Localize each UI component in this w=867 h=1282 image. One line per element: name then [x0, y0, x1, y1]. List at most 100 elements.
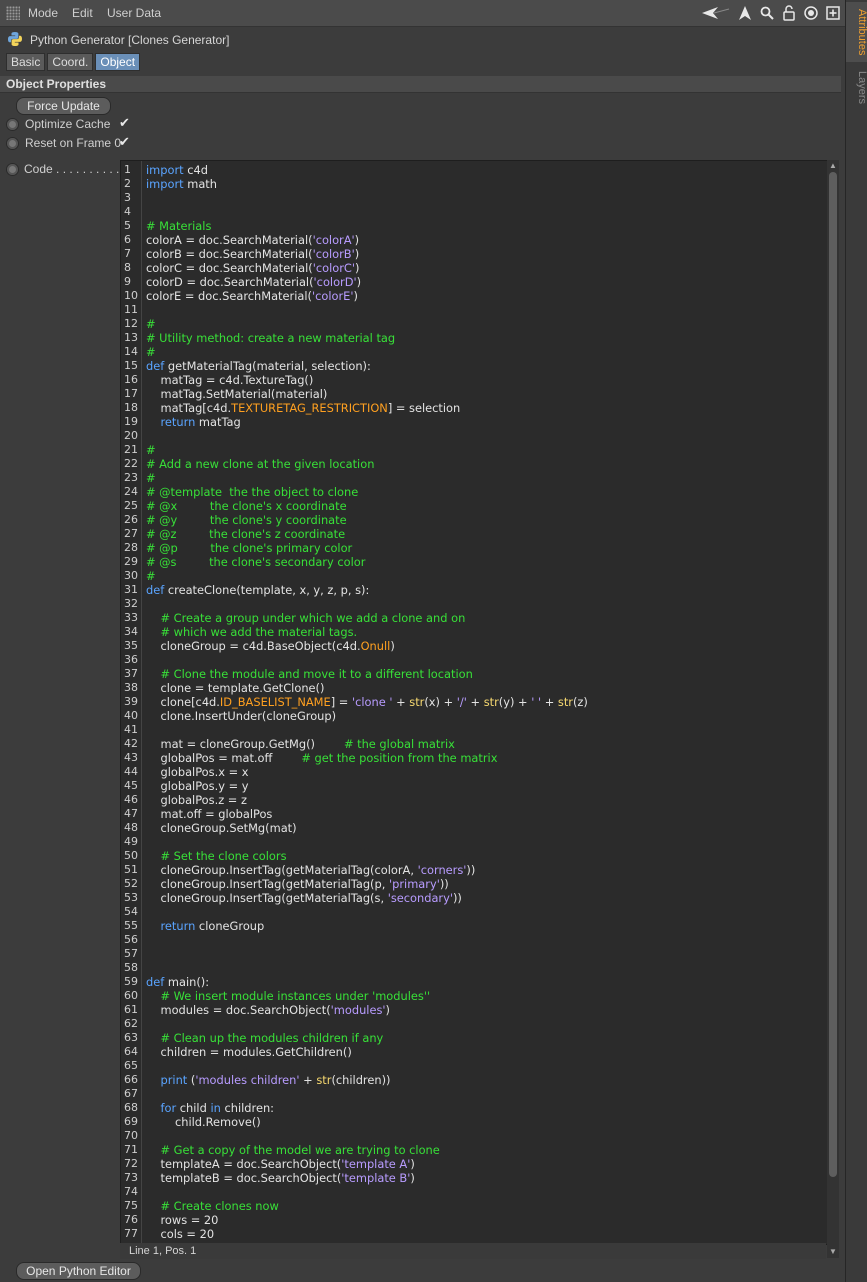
- target-icon[interactable]: [803, 5, 819, 21]
- code-line[interactable]: 69 child.Remove(): [121, 1115, 827, 1129]
- code-line[interactable]: 75 # Create clones now: [121, 1199, 827, 1213]
- code-line[interactable]: 36: [121, 653, 827, 667]
- code-line[interactable]: 62: [121, 1017, 827, 1031]
- optimize-cache-checkbox[interactable]: ✔: [119, 115, 130, 131]
- tab-layers[interactable]: Layers: [846, 68, 867, 108]
- menu-edit[interactable]: Edit: [72, 6, 93, 20]
- code-line[interactable]: 64 children = modules.GetChildren(): [121, 1045, 827, 1059]
- code-line[interactable]: 70: [121, 1129, 827, 1143]
- code-line[interactable]: 33 # Create a group under which we add a…: [121, 611, 827, 625]
- code-line[interactable]: 10 colorE = doc.SearchMaterial('colorE'): [121, 289, 827, 303]
- code-line[interactable]: 4: [121, 205, 827, 219]
- code-line[interactable]: 25 # @x the clone's x coordinate: [121, 499, 827, 513]
- reset-on-frame-checkbox[interactable]: ✔: [119, 134, 130, 150]
- code-line[interactable]: 43 globalPos = mat.off # get the positio…: [121, 751, 827, 765]
- cursor-icon[interactable]: [737, 5, 753, 21]
- code-line[interactable]: 68 for child in children:: [121, 1101, 827, 1115]
- code-line[interactable]: 67: [121, 1087, 827, 1101]
- scroll-up-icon[interactable]: ▲: [828, 161, 838, 171]
- code-line[interactable]: 3: [121, 191, 827, 205]
- code-line[interactable]: 28 # @p the clone's primary color: [121, 541, 827, 555]
- code-line[interactable]: 57: [121, 947, 827, 961]
- section-title-object-properties[interactable]: Object Properties: [0, 76, 841, 93]
- code-line[interactable]: 26 # @y the clone's y coordinate: [121, 513, 827, 527]
- code-line[interactable]: 31 def createClone(template, x, y, z, p, …: [121, 583, 827, 597]
- search-icon[interactable]: [759, 5, 775, 21]
- code-line[interactable]: 61 modules = doc.SearchObject('modules'): [121, 1003, 827, 1017]
- code-line[interactable]: 63 # Clean up the modules children if an…: [121, 1031, 827, 1045]
- code-line[interactable]: 38 clone = template.GetClone(): [121, 681, 827, 695]
- code-line[interactable]: 71 # Get a copy of the model we are tryi…: [121, 1143, 827, 1157]
- scroll-down-icon[interactable]: ▼: [828, 1247, 838, 1257]
- back-arrow-icon[interactable]: [701, 5, 731, 21]
- tab-basic[interactable]: Basic: [6, 53, 46, 71]
- code-line[interactable]: 23 #: [121, 471, 827, 485]
- code-line[interactable]: 15 def getMaterialTag(material, selection…: [121, 359, 827, 373]
- code-line[interactable]: 2 import math: [121, 177, 827, 191]
- code-line[interactable]: 65: [121, 1059, 827, 1073]
- code-line[interactable]: 42 mat = cloneGroup.GetMg() # the global…: [121, 737, 827, 751]
- code-line[interactable]: 27 # @z the clone's z coordinate: [121, 527, 827, 541]
- code-line[interactable]: 60 # We insert module instances under 'm…: [121, 989, 827, 1003]
- code-line[interactable]: 18 matTag[c4d.TEXTURETAG_RESTRICTION] = …: [121, 401, 827, 415]
- open-python-editor-button[interactable]: Open Python Editor: [16, 1262, 141, 1280]
- code-line[interactable]: 34 # which we add the material tags.: [121, 625, 827, 639]
- code-line[interactable]: 16 matTag = c4d.TextureTag(): [121, 373, 827, 387]
- code-line[interactable]: 14 #: [121, 345, 827, 359]
- code-line[interactable]: 55 return cloneGroup: [121, 919, 827, 933]
- code-line[interactable]: 39 clone[c4d.ID_BASELIST_NAME] = 'clone …: [121, 695, 827, 709]
- animation-radio-icon[interactable]: [6, 117, 19, 131]
- scrollbar-thumb[interactable]: [829, 172, 837, 1177]
- code-line[interactable]: 66 print ('modules children' + str(child…: [121, 1073, 827, 1087]
- menu-mode[interactable]: Mode: [28, 6, 58, 20]
- code-line[interactable]: 5 # Materials: [121, 219, 827, 233]
- code-line[interactable]: 13 # Utility method: create a new materia…: [121, 331, 827, 345]
- code-line[interactable]: 74: [121, 1185, 827, 1199]
- tab-attributes[interactable]: Attributes: [846, 2, 867, 62]
- code-line[interactable]: 32: [121, 597, 827, 611]
- code-line[interactable]: 7 colorB = doc.SearchMaterial('colorB'): [121, 247, 827, 261]
- code-line[interactable]: 37 # Clone the module and move it to a d…: [121, 667, 827, 681]
- code-line[interactable]: 40 clone.InsertUnder(cloneGroup): [121, 709, 827, 723]
- code-line[interactable]: 1 import c4d: [121, 163, 827, 177]
- code-line[interactable]: 35 cloneGroup = c4d.BaseObject(c4d.Onull…: [121, 639, 827, 653]
- code-line[interactable]: 77 cols = 20: [121, 1227, 827, 1241]
- code-line[interactable]: 72 templateA = doc.SearchObject('templat…: [121, 1157, 827, 1171]
- code-line[interactable]: 44 globalPos.x = x: [121, 765, 827, 779]
- code-line[interactable]: 17 matTag.SetMaterial(material): [121, 387, 827, 401]
- code-line[interactable]: 9 colorD = doc.SearchMaterial('colorD'): [121, 275, 827, 289]
- code-line[interactable]: 50 # Set the clone colors: [121, 849, 827, 863]
- editor-scrollbar[interactable]: ▲ ▼: [827, 160, 839, 1258]
- code-line[interactable]: 76 rows = 20: [121, 1213, 827, 1227]
- code-line[interactable]: 49: [121, 835, 827, 849]
- code-line[interactable]: 21 #: [121, 443, 827, 457]
- code-line[interactable]: 19 return matTag: [121, 415, 827, 429]
- animation-radio-icon[interactable]: [6, 163, 19, 176]
- force-update-button[interactable]: Force Update: [16, 97, 111, 115]
- code-line[interactable]: 58: [121, 961, 827, 975]
- code-line[interactable]: 24 # @template the the object to clone: [121, 485, 827, 499]
- code-line[interactable]: 73 templateB = doc.SearchObject('templat…: [121, 1171, 827, 1185]
- animation-radio-icon[interactable]: [6, 136, 19, 150]
- grip-handle-icon[interactable]: [6, 6, 20, 20]
- code-line[interactable]: 30 #: [121, 569, 827, 583]
- code-lines[interactable]: 1 import c4d 2 import math 3 4 5 # Materials 6 co…: [121, 163, 827, 1241]
- code-line[interactable]: 54: [121, 905, 827, 919]
- code-line[interactable]: 47 mat.off = globalPos: [121, 807, 827, 821]
- code-line[interactable]: 41: [121, 723, 827, 737]
- code-line[interactable]: 51 cloneGroup.InsertTag(getMaterialTag(c…: [121, 863, 827, 877]
- menu-user-data[interactable]: User Data: [107, 6, 161, 20]
- code-line[interactable]: 46 globalPos.z = z: [121, 793, 827, 807]
- code-line[interactable]: 53 cloneGroup.InsertTag(getMaterialTag(s…: [121, 891, 827, 905]
- code-line[interactable]: 45 globalPos.y = y: [121, 779, 827, 793]
- code-line[interactable]: 20: [121, 429, 827, 443]
- code-line[interactable]: 11: [121, 303, 827, 317]
- code-line[interactable]: 6 colorA = doc.SearchMaterial('colorA'): [121, 233, 827, 247]
- lock-icon[interactable]: [781, 5, 797, 21]
- code-line[interactable]: 8 colorC = doc.SearchMaterial('colorC'): [121, 261, 827, 275]
- tab-coord[interactable]: Coord.: [47, 53, 94, 71]
- code-line[interactable]: 48 cloneGroup.SetMg(mat): [121, 821, 827, 835]
- code-line[interactable]: 59 def main():: [121, 975, 827, 989]
- code-line[interactable]: 52 cloneGroup.InsertTag(getMaterialTag(p…: [121, 877, 827, 891]
- code-line[interactable]: 29 # @s the clone's secondary color: [121, 555, 827, 569]
